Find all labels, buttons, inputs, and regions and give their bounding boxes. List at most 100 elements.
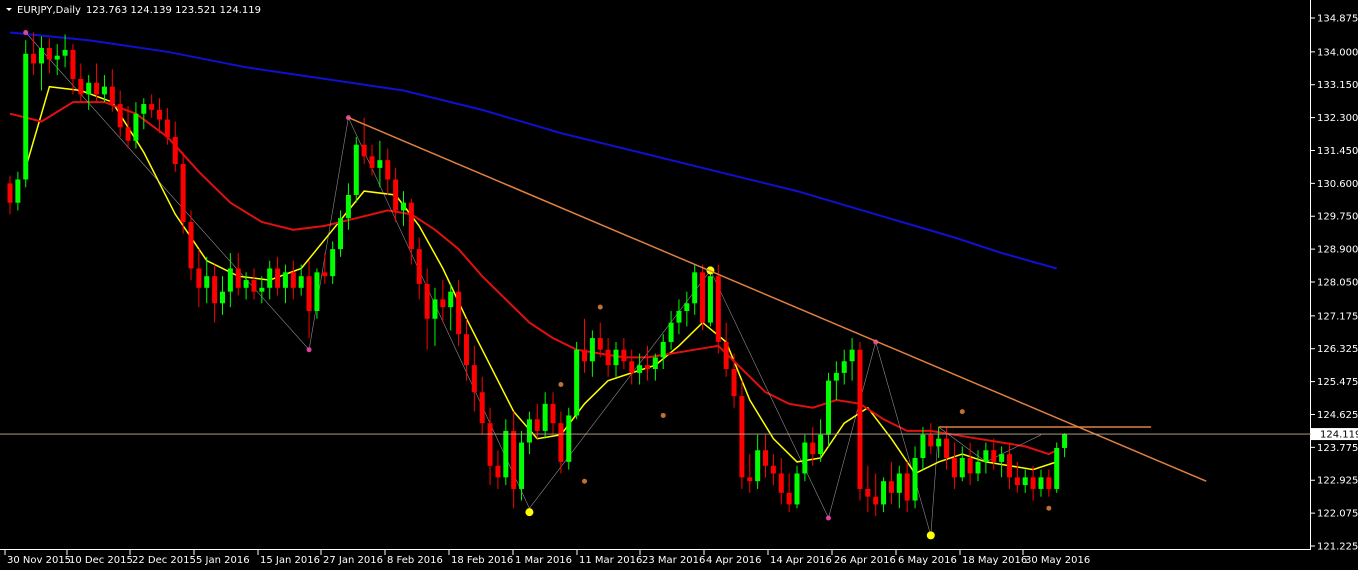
candle-bear	[550, 403, 556, 424]
candle-bear	[1030, 477, 1036, 489]
candle-bear	[865, 488, 871, 497]
candle-bull	[298, 276, 304, 288]
time-tick-label: 30 May 2016	[1025, 555, 1090, 566]
candle-bull	[86, 82, 92, 95]
zigzag-marker	[660, 412, 666, 418]
candle-bear	[117, 104, 123, 128]
candle-bear	[94, 82, 100, 95]
price-tick-label: 130.600	[1317, 179, 1358, 190]
candle-bear	[700, 272, 706, 323]
candle-bear	[180, 164, 186, 223]
candle-bull	[23, 53, 29, 180]
price-tick-label: 121.225	[1317, 542, 1358, 553]
candle-bull	[141, 104, 147, 114]
time-tick-label: 10 Dec 2015	[69, 555, 133, 566]
candle-bull	[330, 249, 336, 277]
candle-bull	[825, 380, 831, 435]
time-tick-label: 22 Dec 2015	[132, 555, 196, 566]
time-tick-label: 26 Apr 2016	[834, 555, 896, 566]
price-tick-label: 132.300	[1317, 113, 1358, 124]
candle-bull	[896, 473, 902, 493]
candle-bull	[243, 280, 249, 288]
time-axis: 30 Nov 201510 Dec 2015 22 Dec 2015 5 Jan 2…	[4, 550, 1090, 566]
candle-bear	[723, 341, 729, 370]
candle-bear	[731, 369, 737, 397]
zigzag-marker	[597, 304, 603, 310]
candle-bear	[424, 283, 430, 319]
zigzag-marker	[558, 382, 564, 388]
price-tick-label: 126.325	[1317, 344, 1358, 355]
candle-bull	[282, 272, 288, 288]
time-tick-label: 4 Apr 2016	[706, 555, 761, 566]
candle-bull	[637, 365, 643, 373]
candle-bull	[401, 202, 406, 211]
candle-bull	[338, 218, 344, 250]
dropdown-triangle-icon[interactable]	[6, 8, 12, 11]
candle-bear	[928, 434, 934, 447]
candle-bear	[786, 492, 792, 505]
chart[interactable]: 134.875 134.000 133.150 132.300 131.450 130.6…	[0, 0, 1358, 570]
candle-bull	[652, 357, 658, 370]
candle-bear	[456, 291, 462, 335]
candle-bear	[212, 276, 218, 304]
candle-bull	[660, 341, 666, 358]
candle-bull	[345, 194, 351, 219]
price-tick-label: 122.925	[1317, 476, 1358, 487]
zigzag-marker	[1046, 505, 1052, 511]
candle-bear	[31, 53, 37, 64]
time-tick-label: 15 Jan 2016	[260, 555, 320, 566]
price-tick-label: 128.900	[1317, 245, 1358, 256]
price-tick-label: 134.000	[1317, 47, 1358, 58]
candle-bull	[227, 268, 233, 292]
candle-bear	[495, 465, 501, 478]
time-tick-label: 18 Feb 2016	[451, 555, 513, 566]
time-tick-label: 8 Feb 2016	[387, 555, 443, 566]
candle-bull	[526, 419, 532, 443]
candle-bull	[818, 434, 824, 455]
candle-bull	[1062, 434, 1068, 448]
price-tick-label: 129.750	[1317, 212, 1358, 223]
candle-bear	[361, 144, 367, 157]
candle-bull	[314, 272, 320, 312]
candle-bear	[944, 438, 950, 458]
candle-bull	[668, 322, 674, 342]
time-tick-label: 23 Mar 2016	[642, 555, 705, 566]
candle-bull	[1022, 477, 1028, 486]
candle-bear	[715, 276, 721, 342]
candle-bear	[597, 338, 603, 350]
time-tick-label: 11 Mar 2016	[579, 555, 642, 566]
candle-bull	[219, 291, 225, 304]
moving-average-line-3	[9, 31, 1057, 270]
candle-bear	[393, 179, 399, 211]
price-tick-label: 125.475	[1317, 377, 1358, 388]
candle-bear	[408, 202, 414, 250]
candle-bull	[692, 272, 698, 304]
candle-bull	[912, 458, 918, 501]
zigzag-line	[25, 32, 1042, 536]
candle-bear	[78, 78, 84, 95]
candle-bear	[888, 481, 894, 493]
candle-bear	[487, 423, 493, 466]
candle-bear	[778, 473, 784, 493]
candle-bear	[991, 450, 997, 462]
candle-bull	[204, 276, 210, 288]
candle-bull	[432, 299, 438, 319]
candle-bear	[1006, 454, 1012, 478]
candle-bear	[857, 349, 863, 489]
candle-bear	[70, 49, 76, 79]
candle-bull	[15, 179, 21, 203]
candle-bull	[259, 287, 265, 292]
candle-bear	[290, 272, 296, 288]
candle-bear	[558, 423, 564, 462]
candle-bull	[975, 461, 981, 474]
candle-bull	[881, 481, 887, 505]
zigzag-marker	[926, 531, 935, 540]
price-tick-label: 131.450	[1317, 146, 1358, 157]
zigzag-marker	[825, 515, 831, 521]
candle-bear	[369, 156, 375, 168]
price-tick-label: 122.075	[1317, 509, 1358, 520]
candle-bear	[125, 127, 131, 141]
candle-bull	[574, 349, 580, 416]
chart-svg[interactable]: 134.875 134.000 133.150 132.300 131.450 130.6…	[0, 0, 1358, 570]
chart-title: EURJPY,Daily 123.763 124.139 123.521 124…	[6, 5, 261, 16]
